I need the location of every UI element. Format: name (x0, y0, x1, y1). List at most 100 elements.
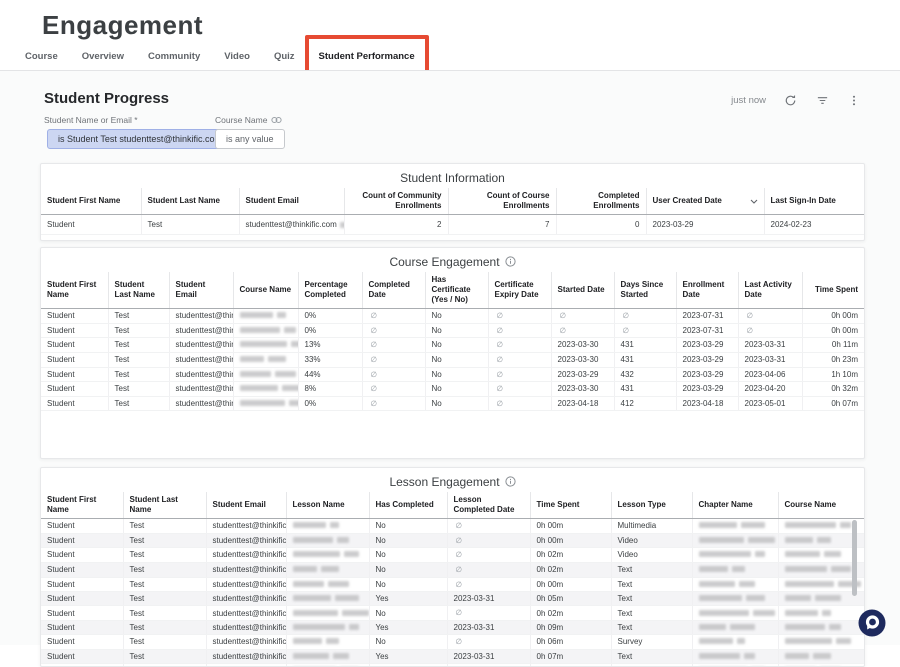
column-header[interactable]: Last Sign-In Date (764, 188, 864, 215)
table-cell: Test (123, 548, 206, 563)
table-cell (286, 548, 369, 563)
column-header[interactable]: Student Last Name (123, 492, 206, 519)
column-header[interactable]: Lesson Completed Date (447, 492, 530, 519)
table-cell (778, 635, 864, 650)
redacted-text (737, 638, 745, 644)
redacted-text (337, 537, 349, 543)
redacted-text (829, 624, 841, 630)
table-cell: ∅ (362, 367, 425, 382)
info-icon[interactable] (505, 476, 516, 487)
column-header[interactable]: Course Name (778, 492, 864, 519)
table-cell: 0% (298, 323, 362, 338)
table-cell: 0h 00m (802, 323, 864, 338)
tab-label: Quiz (274, 51, 295, 62)
table-cell: Test (108, 323, 169, 338)
table-cell (778, 663, 864, 667)
table-row: StudentTeststudenttest@thin...44%∅No∅202… (41, 367, 864, 382)
redacted-text (699, 566, 728, 572)
column-header[interactable]: Completed Enrollments (556, 188, 646, 215)
table-cell: studenttest@thinkific.c... (206, 562, 286, 577)
null-value: ∅ (454, 608, 463, 617)
redacted-text (785, 551, 820, 557)
table-cell (233, 323, 298, 338)
column-header[interactable]: Count of Course Enrollments (448, 188, 556, 215)
header-row: Student First NameStudent Last NameStude… (41, 188, 864, 215)
table-row: StudentTeststudenttest@thin...0%∅No∅∅∅20… (41, 323, 864, 338)
column-header[interactable]: Percentage Completed (298, 272, 362, 309)
table-cell: studenttest@thin... (169, 352, 233, 367)
tab-video[interactable]: Video (222, 47, 252, 66)
column-header[interactable]: Lesson Type (611, 492, 692, 519)
filter-icon[interactable] (814, 92, 830, 108)
tab-overview[interactable]: Overview (80, 47, 126, 66)
redacted-text (822, 610, 831, 616)
column-header[interactable]: Student First Name (41, 188, 141, 215)
table-row: StudentTeststudenttest@thinkific.c...No∅… (41, 606, 864, 621)
tab-quiz[interactable]: Quiz (272, 47, 297, 66)
column-header[interactable]: Time Spent (802, 272, 864, 309)
column-header[interactable]: Student Email (206, 492, 286, 519)
redacted-text (785, 653, 809, 659)
tab-label: Community (148, 51, 200, 62)
table-scrollbar[interactable] (852, 520, 857, 596)
info-icon[interactable] (505, 256, 516, 267)
tab-community[interactable]: Community (146, 47, 202, 66)
redacted-text (840, 522, 851, 528)
tab-student-performance[interactable]: Student Performance (317, 47, 417, 66)
redacted-text (699, 537, 744, 543)
column-header[interactable]: Lesson Name (286, 492, 369, 519)
column-header[interactable]: Student First Name (41, 492, 123, 519)
column-header[interactable]: Student Last Name (108, 272, 169, 309)
column-header[interactable]: Certificate Expiry Date (488, 272, 551, 309)
refresh-icon[interactable] (782, 92, 798, 108)
table-cell (286, 533, 369, 548)
table-cell: 13% (298, 338, 362, 353)
table-cell: studenttest@thin... (169, 309, 233, 324)
column-header[interactable]: Last Activity Date (738, 272, 802, 309)
column-header[interactable]: Completed Date (362, 272, 425, 309)
column-header[interactable]: Count of Community Enrollments (344, 188, 448, 215)
column-header[interactable]: Enrollment Date (676, 272, 738, 309)
table-cell: Test (108, 352, 169, 367)
table-cell: ∅ (488, 323, 551, 338)
student-filter-chip[interactable]: is Student Test studenttest@thinkific.co… (47, 129, 233, 149)
column-header[interactable]: Student Email (169, 272, 233, 309)
table-cell: Video (611, 548, 692, 563)
table-cell: ∅ (362, 382, 425, 397)
column-header[interactable]: Has Completed (369, 492, 447, 519)
table-cell: No (369, 548, 447, 563)
column-header[interactable]: Course Name (233, 272, 298, 309)
table-cell: ∅ (447, 663, 530, 667)
column-header[interactable]: Student First Name (41, 272, 108, 309)
column-header[interactable]: Started Date (551, 272, 614, 309)
chat-widget-button[interactable] (858, 609, 886, 637)
table-row: StudentTeststudenttest@thinkific.c...No∅… (41, 635, 864, 650)
column-header[interactable]: Student Last Name (141, 188, 239, 215)
redacted-text (240, 327, 280, 333)
table-cell: 1h 10m (802, 367, 864, 382)
column-header[interactable]: Has Certificate (Yes / No) (425, 272, 488, 309)
table-cell: 2023-03-29 (551, 367, 614, 382)
dashboard-toolbar: just now (731, 92, 862, 108)
null-value: ∅ (495, 355, 504, 364)
table-cell (692, 519, 778, 534)
course-filter-chip[interactable]: is any value (215, 129, 285, 149)
column-header[interactable]: Time Spent (530, 492, 611, 519)
lesson-engagement-card: Lesson Engagement Student First NameStud… (40, 467, 865, 667)
table-cell: ∅ (447, 548, 530, 563)
table-cell: Test (123, 592, 206, 606)
tab-course[interactable]: Course (23, 47, 60, 66)
student-information-table: Student First NameStudent Last NameStude… (41, 188, 864, 235)
redacted-text (342, 610, 369, 616)
table-cell: Test (123, 519, 206, 534)
table-cell (778, 649, 864, 663)
kebab-menu-icon[interactable] (846, 92, 862, 108)
column-header[interactable]: User Created Date (646, 188, 764, 215)
column-header[interactable]: Student Email (239, 188, 344, 215)
column-header[interactable]: Chapter Name (692, 492, 778, 519)
null-value: ∅ (558, 311, 567, 320)
redacted-text (785, 610, 818, 616)
table-cell: 2023-03-31 (447, 592, 530, 606)
column-header[interactable]: Days Since Started (614, 272, 676, 309)
tab-bar: Course Overview Community Video Quiz Student … (23, 42, 417, 70)
